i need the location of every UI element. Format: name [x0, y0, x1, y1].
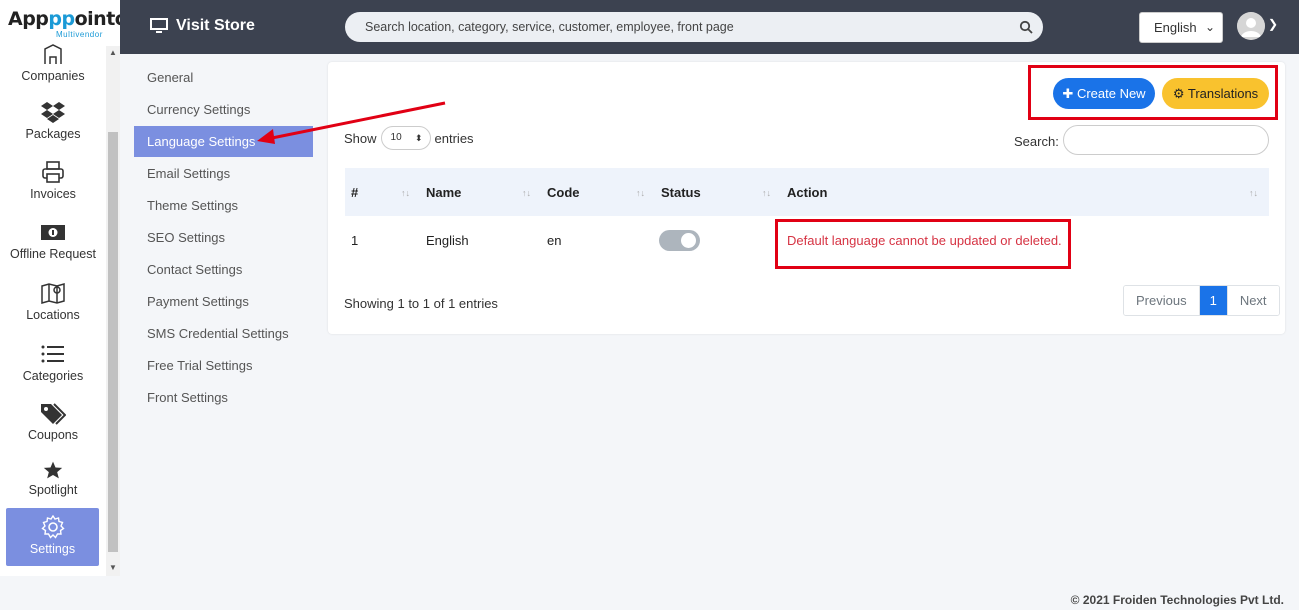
- scroll-up-icon[interactable]: ▲: [109, 48, 117, 57]
- sidebar: Appppointo Multivendor Companies Package…: [0, 0, 128, 576]
- chevron-down-icon: ⌄: [1204, 20, 1215, 34]
- money-bill-icon: [41, 225, 65, 240]
- sort-icon[interactable]: ↑↓: [522, 188, 531, 198]
- pagination-next[interactable]: Next: [1226, 286, 1279, 315]
- user-avatar[interactable]: [1237, 12, 1265, 40]
- submenu-sms-credential-settings[interactable]: SMS Credential Settings: [134, 318, 313, 349]
- sidebar-item-invoices[interactable]: Invoices: [0, 160, 106, 201]
- printer-icon: [42, 161, 64, 183]
- map-icon: [41, 283, 65, 304]
- sidebar-item-spotlight[interactable]: Spotlight: [0, 460, 106, 497]
- column-status[interactable]: Status: [661, 185, 701, 200]
- sidebar-item-locations[interactable]: Locations: [0, 281, 106, 322]
- pagination-previous[interactable]: Previous: [1124, 286, 1199, 315]
- dropbox-icon: [41, 102, 65, 123]
- submenu-free-trial-settings[interactable]: Free Trial Settings: [134, 350, 313, 381]
- search-icon[interactable]: [1019, 20, 1033, 34]
- brand-logo[interactable]: Appppointo Multivendor: [0, 0, 128, 46]
- star-icon: [43, 461, 63, 479]
- footer-copyright: © 2021 Froiden Technologies Pvt Ltd.: [1070, 593, 1284, 607]
- table-search-label: Search:: [1014, 134, 1059, 149]
- gear-icon: [40, 515, 65, 539]
- top-bar: Visit Store Search location, category, s…: [120, 0, 1299, 54]
- toggle-knob: [681, 233, 696, 248]
- building-icon: [44, 44, 62, 64]
- column-code[interactable]: Code: [547, 185, 580, 200]
- column-name[interactable]: Name: [426, 185, 461, 200]
- sort-icon[interactable]: ↑↓: [401, 188, 410, 198]
- language-select[interactable]: English ⌄: [1139, 12, 1223, 43]
- row-number: 1: [351, 233, 359, 248]
- sort-icon[interactable]: ↑↓: [636, 188, 645, 198]
- status-toggle[interactable]: [659, 230, 700, 251]
- sidebar-item-categories[interactable]: Categories: [0, 342, 106, 383]
- sort-icon[interactable]: ↑↓: [762, 188, 771, 198]
- sidebar-scrollbar[interactable]: ▲ ▼: [106, 46, 120, 576]
- pagination-page-1[interactable]: 1: [1198, 286, 1227, 315]
- submenu-general[interactable]: General: [134, 62, 313, 93]
- submenu-seo-settings[interactable]: SEO Settings: [134, 222, 313, 253]
- column-number[interactable]: #: [351, 185, 358, 200]
- submenu-email-settings[interactable]: Email Settings: [134, 158, 313, 189]
- sidebar-item-offline-request[interactable]: Offline Request: [0, 220, 106, 261]
- tags-icon: [41, 403, 66, 425]
- table-header: # ↑↓ Name ↑↓ Code ↑↓ Status ↑↓ Action ↑↓: [345, 168, 1269, 216]
- visit-store-link[interactable]: Visit Store: [150, 17, 255, 35]
- highlight-box-action: [775, 219, 1071, 269]
- row-code: en: [547, 233, 562, 248]
- sidebar-item-companies[interactable]: Companies: [0, 42, 106, 83]
- submenu-theme-settings[interactable]: Theme Settings: [134, 190, 313, 221]
- row-name: English: [426, 233, 469, 248]
- brand-subtitle: Multivendor: [56, 30, 103, 39]
- sidebar-item-packages[interactable]: Packages: [0, 100, 106, 141]
- sidebar-item-settings[interactable]: Settings: [6, 508, 99, 566]
- highlight-box-buttons: [1028, 65, 1278, 120]
- monitor-icon: [150, 18, 168, 33]
- sort-icon[interactable]: ↑↓: [1249, 188, 1258, 198]
- column-action[interactable]: Action: [787, 185, 827, 200]
- list-icon: [41, 345, 64, 363]
- avatar-chevron-icon[interactable]: ❯: [1268, 17, 1278, 31]
- scroll-thumb[interactable]: [108, 132, 118, 552]
- submenu-contact-settings[interactable]: Contact Settings: [134, 254, 313, 285]
- table-info: Showing 1 to 1 of 1 entries: [344, 296, 498, 311]
- user-icon: [1237, 12, 1265, 40]
- table-search-input[interactable]: [1063, 125, 1269, 155]
- submenu-payment-settings[interactable]: Payment Settings: [134, 286, 313, 317]
- scroll-down-icon[interactable]: ▼: [109, 563, 117, 572]
- submenu-front-settings[interactable]: Front Settings: [134, 382, 313, 413]
- sidebar-item-coupons[interactable]: Coupons: [0, 401, 106, 442]
- search-input[interactable]: Search location, category, service, cust…: [345, 12, 1043, 42]
- annotation-arrow-icon: [257, 101, 446, 144]
- pagination: Previous 1 Next: [1123, 285, 1280, 316]
